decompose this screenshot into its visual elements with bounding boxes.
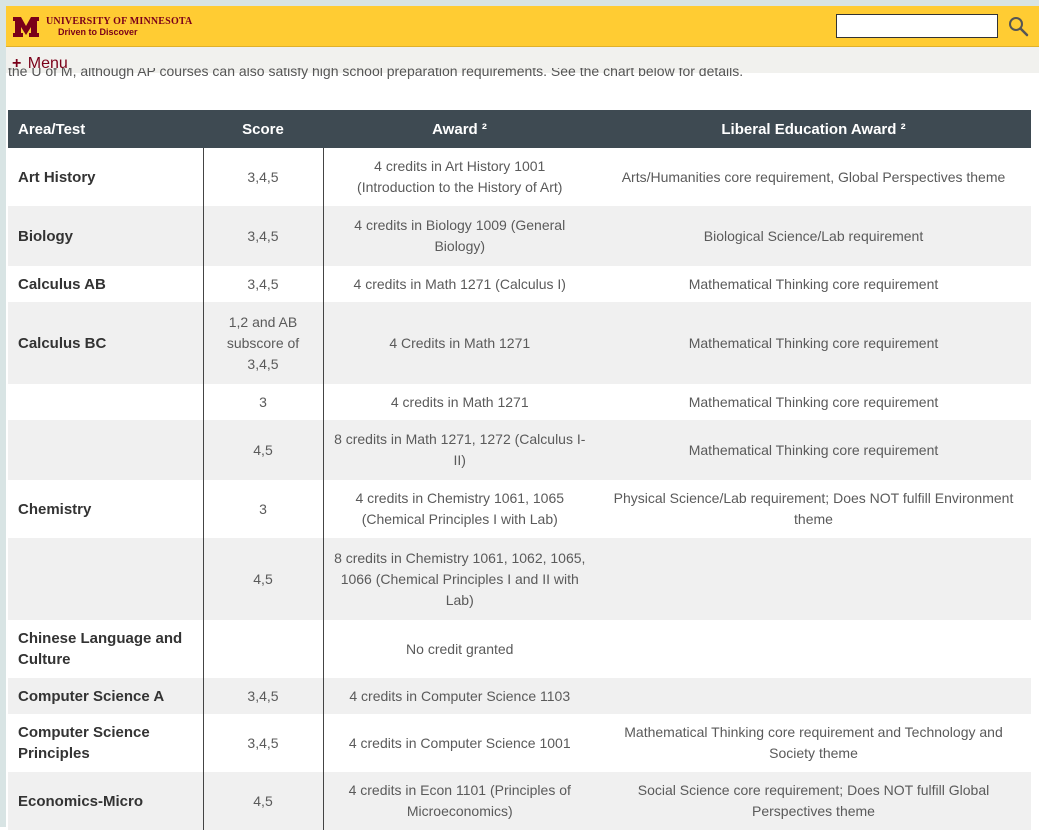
table-row: Calculus AB 3,4,5 4 credits in Math 1271… xyxy=(8,266,1031,302)
cell-score: 1,2 and AB subscore of 3,4,5 xyxy=(202,302,324,384)
university-tagline: Driven to Discover xyxy=(58,27,138,37)
cell-lib-ed-award: Biological Science/Lab requirement xyxy=(596,206,1031,266)
cell-lib-ed-award: Social Science core requirement; Does NO… xyxy=(596,772,1031,830)
table-row: Calculus BC 1,2 and AB subscore of 3,4,5… xyxy=(8,302,1031,384)
cell-score: 4,5 xyxy=(202,772,324,830)
cell-area xyxy=(8,384,203,420)
cell-award: 4 credits in Biology 1009 (General Biolo… xyxy=(323,206,596,266)
cell-lib-ed-award: Mathematical Thinking core requirement xyxy=(596,420,1031,480)
cell-lib-ed-award: Mathematical Thinking core requirement xyxy=(596,266,1031,302)
table-row: Chinese Language and Culture No credit g… xyxy=(8,620,1031,678)
cell-lib-ed-award: Mathematical Thinking core requirement xyxy=(596,302,1031,384)
search-input[interactable] xyxy=(836,14,998,38)
cell-lib-ed-award xyxy=(596,538,1031,620)
table-row: Art History 3,4,5 4 credits in Art Histo… xyxy=(8,148,1031,206)
cell-lib-ed-award: Mathematical Thinking core requirement xyxy=(596,384,1031,420)
cell-score: 4,5 xyxy=(202,420,324,480)
table-row: 4,5 8 credits in Chemistry 1061, 1062, 1… xyxy=(8,538,1031,620)
table-row: Biology 3,4,5 4 credits in Biology 1009 … xyxy=(8,206,1031,266)
cell-area: Calculus BC xyxy=(8,302,203,384)
cell-area: Biology xyxy=(8,206,203,266)
site-header: UNIVERSITY OF MINNESOTA Driven to Discov… xyxy=(6,6,1039,47)
table-row: Economics-Micro 4,5 4 credits in Econ 11… xyxy=(8,772,1031,830)
cell-score xyxy=(202,620,324,678)
cell-award: No credit granted xyxy=(323,620,596,678)
cell-area: Chemistry xyxy=(8,480,203,538)
table-row: Computer Science A 3,4,5 4 credits in Co… xyxy=(8,678,1031,714)
cell-score: 3,4,5 xyxy=(202,148,324,206)
table-row: 3 4 credits in Math 1271 Mathematical Th… xyxy=(8,384,1031,420)
cell-award: 4 credits in Computer Science 1103 xyxy=(323,678,596,714)
cell-area: Computer Science A xyxy=(8,678,203,714)
cell-area xyxy=(8,538,203,620)
cell-area: Calculus AB xyxy=(8,266,203,302)
cell-score: 4,5 xyxy=(202,538,324,620)
table-row: Chemistry 3 4 credits in Chemistry 1061,… xyxy=(8,480,1031,538)
block-m-logo-icon xyxy=(13,17,39,37)
column-header-score: Score xyxy=(203,110,323,148)
cell-award: 4 Credits in Math 1271 xyxy=(323,302,596,384)
cell-score: 3,4,5 xyxy=(202,206,324,266)
column-header-area: Area/Test xyxy=(8,110,203,148)
table-row: Computer Science Principles 3,4,5 4 cred… xyxy=(8,714,1031,772)
cell-score: 3 xyxy=(202,480,324,538)
university-logo[interactable]: UNIVERSITY OF MINNESOTA Driven to Discov… xyxy=(12,12,192,42)
cell-award: 4 credits in Math 1271 (Calculus I) xyxy=(323,266,596,302)
cell-area xyxy=(8,420,203,480)
search-icon[interactable] xyxy=(1006,14,1032,40)
ap-credit-table-container: Area/Test Score Award ² Liberal Educatio… xyxy=(8,110,1031,830)
cell-area: Art History xyxy=(8,148,203,206)
cell-score: 3,4,5 xyxy=(202,714,324,772)
university-name: UNIVERSITY OF MINNESOTA xyxy=(46,16,193,27)
cell-award: 8 credits in Chemistry 1061, 1062, 1065,… xyxy=(323,538,596,620)
cell-area: Economics-Micro xyxy=(8,772,203,830)
cell-score: 3,4,5 xyxy=(202,266,324,302)
cell-score: 3,4,5 xyxy=(202,678,324,714)
cell-award: 8 credits in Math 1271, 1272 (Calculus I… xyxy=(323,420,596,480)
cell-lib-ed-award: Physical Science/Lab requirement; Does N… xyxy=(596,480,1031,538)
cell-lib-ed-award xyxy=(596,678,1031,714)
cell-area: Computer Science Principles xyxy=(8,714,203,772)
intro-text-partial: the U of M, although AP courses can also… xyxy=(8,68,744,79)
cell-award: 4 credits in Econ 1101 (Principles of Mi… xyxy=(323,772,596,830)
window-frame-left xyxy=(0,0,6,827)
cell-lib-ed-award xyxy=(596,620,1031,678)
cell-lib-ed-award: Mathematical Thinking core requirement a… xyxy=(596,714,1031,772)
column-header-lib-ed-award: Liberal Education Award ² xyxy=(596,110,1031,148)
ap-credit-table: Area/Test Score Award ² Liberal Educatio… xyxy=(8,110,1032,830)
cell-score: 3 xyxy=(202,384,324,420)
table-header-row: Area/Test Score Award ² Liberal Educatio… xyxy=(8,110,1031,148)
cell-lib-ed-award: Arts/Humanities core requirement, Global… xyxy=(596,148,1031,206)
column-header-award: Award ² xyxy=(323,110,596,148)
cell-award: 4 credits in Chemistry 1061, 1065 (Chemi… xyxy=(323,480,596,538)
cell-award: 4 credits in Art History 1001 (Introduct… xyxy=(323,148,596,206)
table-row: 4,5 8 credits in Math 1271, 1272 (Calcul… xyxy=(8,420,1031,480)
cell-award: 4 credits in Computer Science 1001 xyxy=(323,714,596,772)
cell-award: 4 credits in Math 1271 xyxy=(323,384,596,420)
cell-area: Chinese Language and Culture xyxy=(8,620,203,678)
